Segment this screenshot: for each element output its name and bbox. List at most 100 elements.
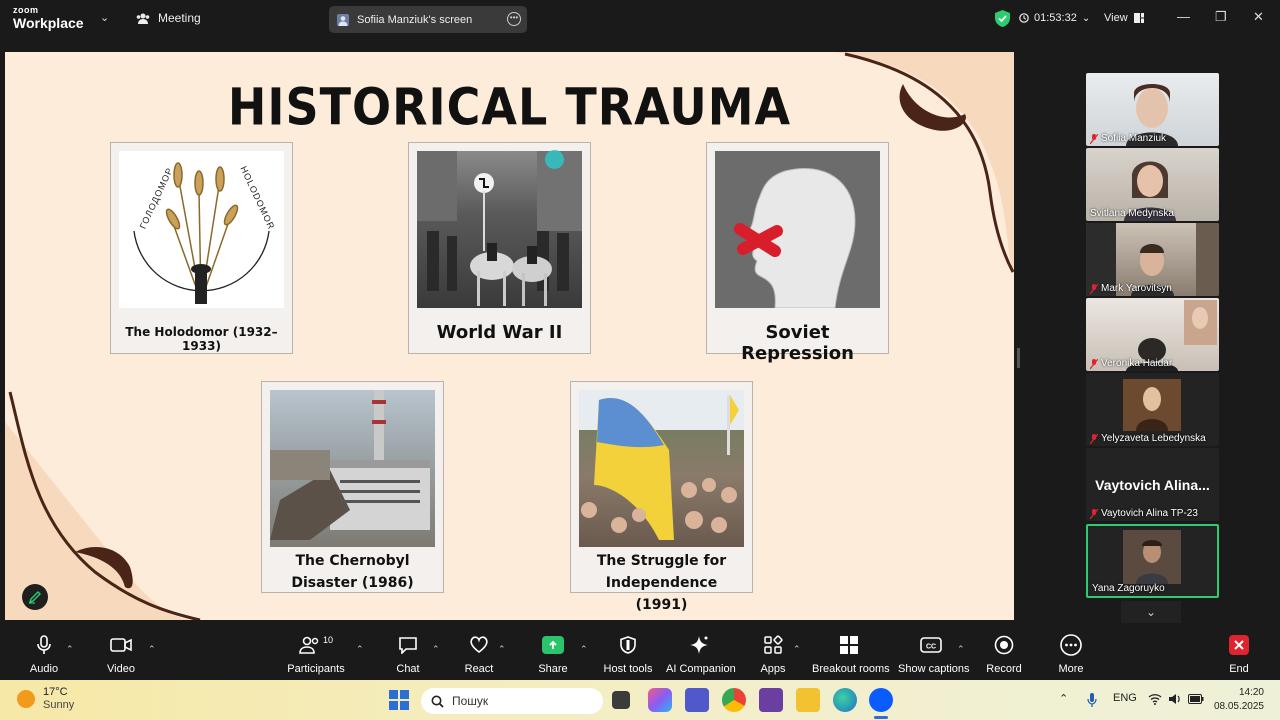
participant-display-name: Vaytovich Alina... <box>1095 477 1210 493</box>
share-icon <box>542 636 564 654</box>
card-caption: The Holodomor (1932–1933) <box>125 325 278 353</box>
weather-condition: Sunny <box>43 699 75 711</box>
svg-text:CC: CC <box>926 644 936 651</box>
end-label: End <box>1229 663 1249 675</box>
breakout-rooms-button[interactable]: Breakout rooms <box>812 630 890 680</box>
participant-name-text: Yana Zagoruyko <box>1092 583 1165 594</box>
card-caption: The Struggle for Independence (1991) <box>596 553 727 613</box>
pointer-cursor <box>545 150 564 169</box>
breakout-rooms-icon <box>839 636 858 654</box>
shared-slide: HISTORICAL TRAUMA ГОЛОДОМОР HOLODOMOR Th… <box>5 52 1014 620</box>
participants-button[interactable]: 10 Participants <box>287 630 345 680</box>
logo-bottom: Workplace <box>13 15 84 31</box>
zoom-app-icon[interactable] <box>869 688 893 712</box>
grid-view-icon <box>1133 13 1144 23</box>
more-button[interactable]: More <box>1055 630 1087 680</box>
card-caption: The Chernobyl Disaster (1986) <box>291 553 414 591</box>
slide-title: HISTORICAL TRAUMA <box>227 77 792 137</box>
card-chernobyl: The Chernobyl Disaster (1986) <box>261 381 444 593</box>
share-options-chevron-icon[interactable]: ⌃ <box>580 644 588 655</box>
copilot-icon[interactable] <box>648 688 672 712</box>
react-options-chevron-icon[interactable]: ⌃ <box>498 644 506 655</box>
ww2-image <box>417 151 582 308</box>
screen-share-indicator[interactable]: Sofiia Manziuk's screen ••• <box>329 6 527 33</box>
zoom-logo: zoom Workplace <box>13 5 84 31</box>
mic-muted-icon <box>1089 508 1099 519</box>
save-icon[interactable] <box>759 688 783 712</box>
weather-widget[interactable]: 17°C Sunny <box>17 686 74 712</box>
participant-tile[interactable]: Mark Yarovitsyn <box>1086 223 1219 296</box>
captions-icon: CC <box>920 637 942 653</box>
teams-icon[interactable] <box>685 688 709 712</box>
show-hidden-icons-chevron-icon[interactable]: ⌃ <box>1059 692 1068 705</box>
holodomor-image: ГОЛОДОМОР HOLODOMOR <box>119 151 284 308</box>
captions-options-chevron-icon[interactable]: ⌃ <box>957 644 965 655</box>
participant-name-text: Sofiia Manziuk <box>1101 133 1167 144</box>
shield-icon <box>620 636 636 654</box>
end-button[interactable]: End <box>1225 630 1253 680</box>
chat-icon <box>399 637 417 654</box>
card-soviet-repression: Soviet Repression <box>706 142 889 364</box>
resize-handle[interactable] <box>1017 348 1020 368</box>
chat-options-chevron-icon[interactable]: ⌃ <box>432 644 440 655</box>
language-indicator[interactable]: ENG <box>1113 692 1137 704</box>
participant-tile[interactable]: Svitlana Medynska <box>1086 148 1219 221</box>
participants-icon <box>299 636 319 654</box>
chrome-icon[interactable] <box>722 688 746 712</box>
video-button[interactable]: Video <box>101 630 141 680</box>
record-label: Record <box>986 663 1022 675</box>
host-tools-button[interactable]: Host tools <box>603 630 653 680</box>
react-button[interactable]: React <box>463 630 495 680</box>
participant-tile[interactable]: Veronika Haidar <box>1086 298 1219 371</box>
more-options-icon[interactable]: ••• <box>507 12 521 26</box>
participants-options-chevron-icon[interactable]: ⌃ <box>356 644 364 655</box>
folder-icon[interactable] <box>796 688 820 712</box>
apps-button[interactable]: Apps <box>758 630 788 680</box>
microphone-icon[interactable] <box>1087 692 1097 708</box>
participants-label: Participants <box>287 663 345 675</box>
participant-name: Mark Yarovitsyn <box>1089 283 1172 294</box>
record-button[interactable]: Record <box>986 630 1022 680</box>
close-icon[interactable]: ✕ <box>1253 9 1264 25</box>
participant-tile[interactable]: Sofiia Manziuk <box>1086 73 1219 146</box>
volume-icon[interactable] <box>1168 693 1182 705</box>
shield-icon[interactable] <box>995 10 1010 27</box>
restore-icon[interactable]: ❐ <box>1215 9 1227 25</box>
view-button[interactable]: View <box>1104 12 1144 24</box>
participant-name: Veronika Haidar <box>1089 358 1172 369</box>
participant-tile[interactable]: Yelyzaveta Lebedynska <box>1086 373 1219 446</box>
clock-date: 08.05.2025 <box>1213 701 1264 712</box>
repression-image <box>715 151 880 308</box>
timer-value: 01:53:32 <box>1034 12 1077 24</box>
minimize-icon[interactable]: — <box>1177 9 1190 24</box>
meeting-menu[interactable]: Meeting <box>136 11 201 25</box>
windows-start-icon[interactable] <box>389 690 409 710</box>
wifi-icon[interactable] <box>1148 693 1162 705</box>
apps-options-chevron-icon[interactable]: ⌃ <box>793 644 801 655</box>
share-label: Sofiia Manziuk's screen <box>357 13 473 26</box>
mic-muted-icon <box>1089 133 1099 144</box>
audio-button[interactable]: Audio <box>24 630 64 680</box>
share-button[interactable]: Share <box>536 630 570 680</box>
mic-muted-icon <box>1089 433 1099 444</box>
participant-tile-active-speaker[interactable]: Yana Zagoruyko <box>1086 524 1219 598</box>
audio-options-chevron-icon[interactable]: ⌃ <box>66 644 74 655</box>
system-clock[interactable]: 14:20 08.05.2025 <box>1212 686 1264 714</box>
show-captions-button[interactable]: CC Show captions <box>898 630 970 680</box>
taskbar-search[interactable]: Пошук <box>421 688 603 714</box>
chat-button[interactable]: Chat <box>393 630 423 680</box>
chevron-down-icon[interactable]: ⌄ <box>100 11 109 24</box>
host-tools-label: Host tools <box>603 663 653 675</box>
meeting-timer[interactable]: 01:53:32 ⌄ <box>1019 12 1090 24</box>
task-view-icon[interactable] <box>612 691 630 709</box>
clock-time: 14:20 <box>1238 687 1264 698</box>
scroll-down-chevron-icon[interactable]: ⌄ <box>1121 601 1181 623</box>
edge-icon[interactable] <box>833 688 857 712</box>
chernobyl-image <box>270 390 435 547</box>
logo-top: zoom <box>13 5 39 15</box>
breakout-rooms-label: Breakout rooms <box>812 663 890 675</box>
ai-companion-button[interactable]: AI Companion <box>666 630 736 680</box>
video-options-chevron-icon[interactable]: ⌃ <box>148 644 156 655</box>
annotate-button[interactable] <box>22 584 48 610</box>
battery-icon[interactable] <box>1188 694 1204 704</box>
